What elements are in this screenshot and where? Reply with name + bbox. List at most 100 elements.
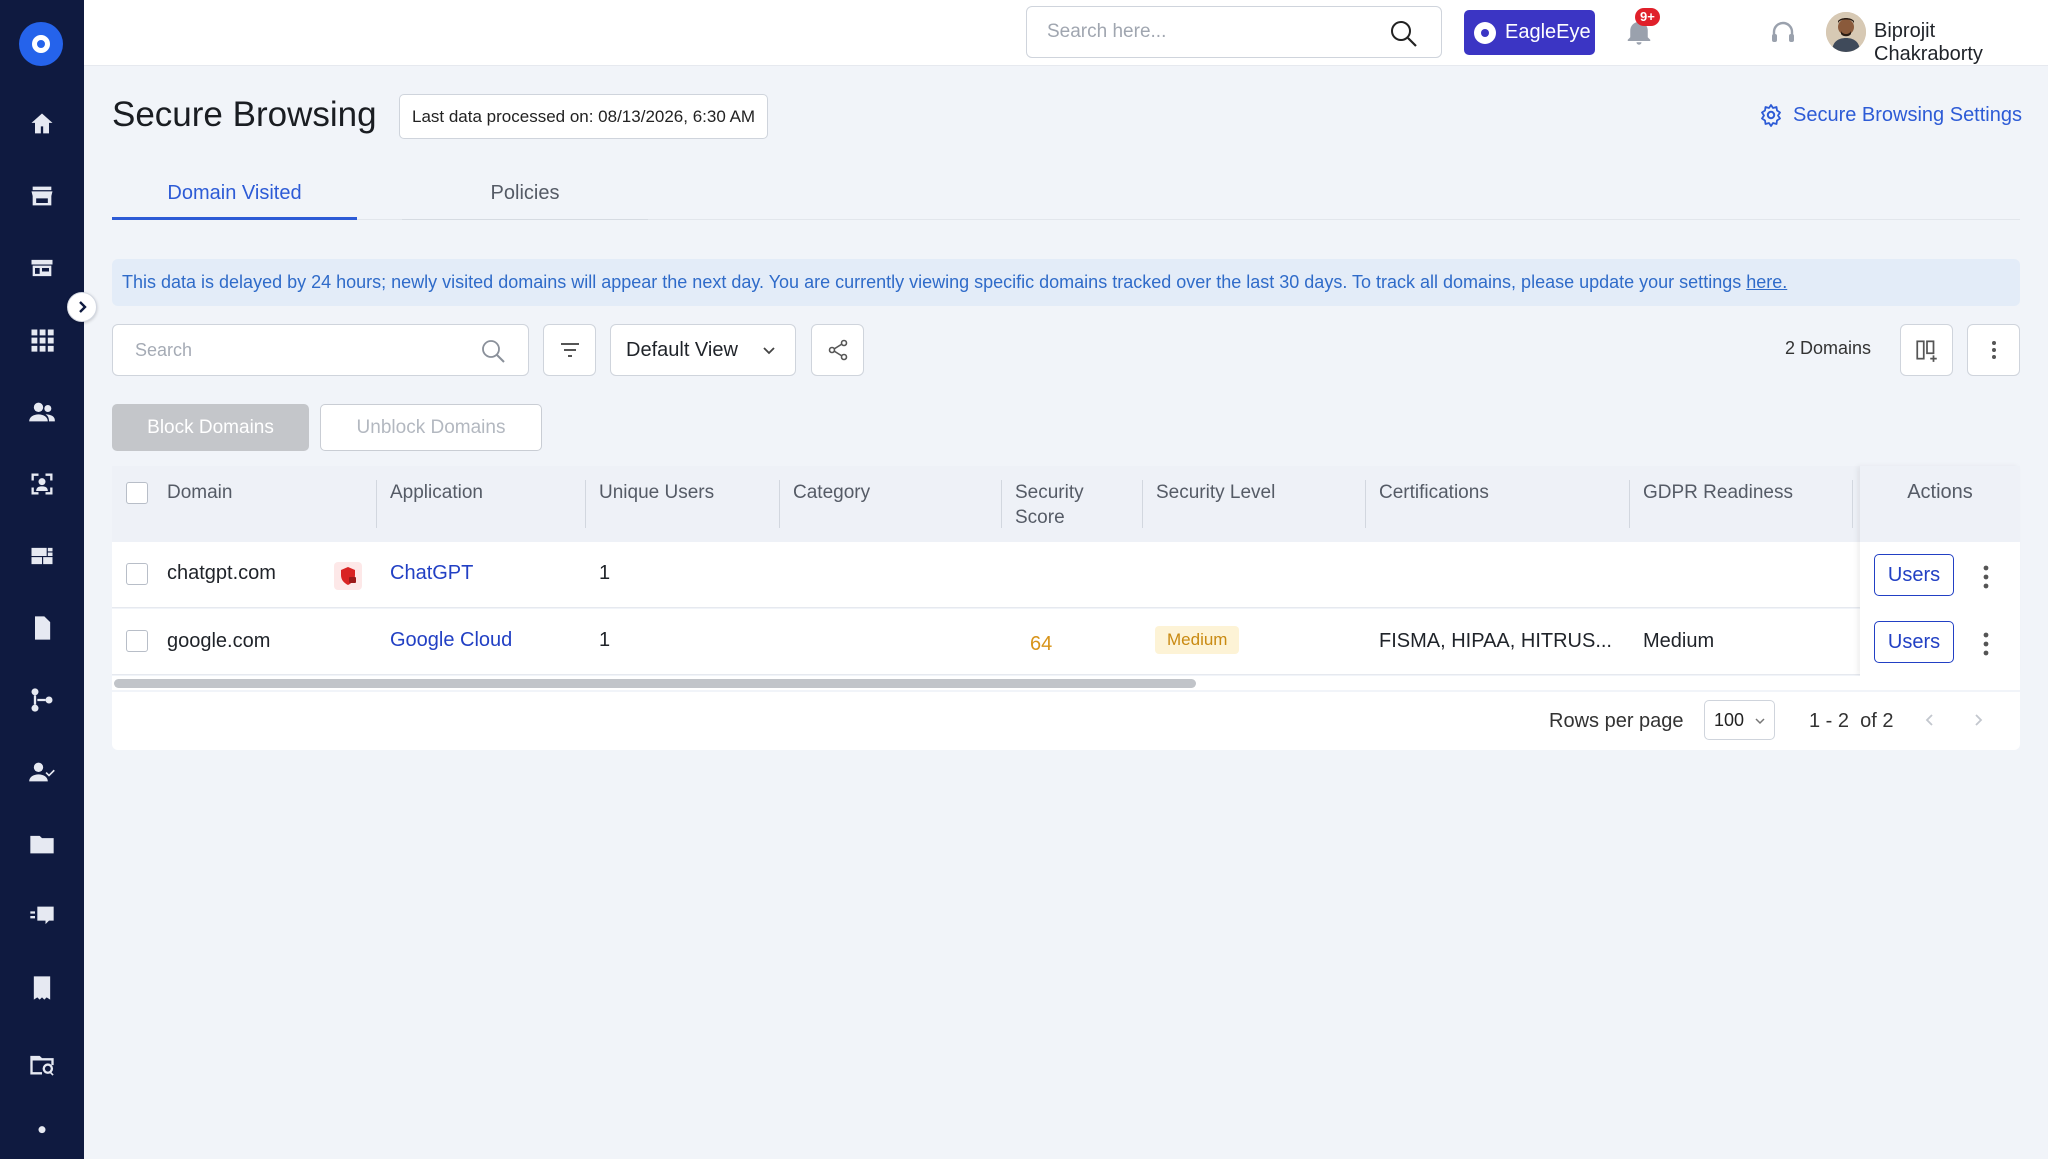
table-row[interactable]: chatgpt.com ChatGPT 1	[112, 542, 2020, 608]
secure-browsing-settings-link[interactable]: Secure Browsing Settings	[1759, 103, 2022, 127]
domain-search-input[interactable]	[135, 340, 455, 361]
info-banner: This data is delayed by 24 hours; newly …	[112, 259, 2020, 306]
folder-search-icon[interactable]	[26, 1048, 58, 1080]
sidebar	[0, 0, 84, 1159]
home-icon[interactable]	[26, 108, 58, 140]
domain-search[interactable]	[112, 324, 529, 376]
column-category[interactable]: Category	[793, 480, 870, 505]
page-range: 1 - 2 of 2	[1809, 710, 1894, 732]
view-select-value: Default View	[626, 339, 738, 361]
chevron-down-icon	[1755, 718, 1765, 725]
users-button[interactable]: Users	[1874, 554, 1954, 596]
column-divider	[779, 480, 780, 528]
dashboard-icon[interactable]	[26, 540, 58, 572]
row-more-icon[interactable]	[1978, 630, 1994, 658]
column-divider	[376, 480, 377, 528]
store-icon[interactable]	[26, 180, 58, 212]
pagination: Rows per page 100 1 - 2 of 2	[112, 692, 2020, 750]
table-row[interactable]: google.com Google Cloud 1 64 Medium FISM…	[112, 609, 2020, 675]
columns-icon	[1915, 340, 1937, 362]
notification-badge: 9+	[1635, 8, 1660, 26]
user-avatar[interactable]	[1826, 12, 1866, 52]
eagleeye-label: EagleEye	[1505, 21, 1591, 43]
select-all-checkbox[interactable]	[126, 482, 148, 504]
last-processed-badge: Last data processed on: 08/13/2026, 6:30…	[399, 94, 769, 139]
column-application[interactable]: Application	[390, 480, 483, 505]
row-more-icon[interactable]	[1978, 563, 1994, 591]
banner-settings-link[interactable]: here.	[1746, 272, 1787, 292]
rows-per-page-select[interactable]: 100	[1704, 700, 1775, 740]
share-button[interactable]	[811, 324, 864, 376]
marketplace-icon[interactable]	[26, 252, 58, 284]
global-search-input[interactable]	[1047, 21, 1367, 43]
app-logo[interactable]	[19, 22, 63, 66]
more-vertical-icon	[1991, 341, 1996, 359]
users-button[interactable]: Users	[1874, 621, 1954, 663]
workflow-icon[interactable]	[26, 684, 58, 716]
rows-per-page-value: 100	[1714, 710, 1745, 730]
tabs: Domain Visited Policies	[112, 170, 2020, 220]
block-domains-button[interactable]: Block Domains	[112, 404, 309, 451]
gear-icon	[1761, 104, 1781, 127]
tab-domain-visited[interactable]: Domain Visited	[112, 182, 357, 220]
users-icon[interactable]	[26, 396, 58, 428]
gdpr-readiness-cell: Medium	[1643, 630, 1715, 652]
domain-cell: chatgpt.com	[167, 562, 276, 584]
table-header: Domain Application Unique Users Category…	[112, 466, 2020, 542]
support-headset-icon[interactable]	[1768, 18, 1800, 50]
application-link[interactable]: ChatGPT	[390, 562, 473, 585]
user-name[interactable]: Biprojit Chakraborty	[1874, 20, 2048, 66]
column-unique-users[interactable]: Unique Users	[599, 480, 714, 505]
search-icon[interactable]	[1389, 19, 1419, 49]
row-checkbox[interactable]	[126, 630, 148, 652]
search-icon[interactable]	[480, 338, 506, 364]
columns-button[interactable]	[1900, 324, 1953, 376]
certifications-cell: FISMA, HIPAA, HITRUS...	[1379, 630, 1612, 652]
blocked-shield-icon	[334, 562, 362, 590]
next-page-icon[interactable]	[1970, 712, 1986, 728]
unblock-domains-button[interactable]: Unblock Domains	[320, 404, 542, 451]
column-divider	[1852, 480, 1853, 528]
column-gdpr-readiness[interactable]: GDPR Readiness	[1643, 480, 1793, 505]
column-divider	[1365, 480, 1366, 528]
unique-users-cell: 1	[599, 629, 611, 651]
user-check-icon[interactable]	[26, 756, 58, 788]
horizontal-scrollbar[interactable]	[112, 676, 2020, 690]
chevron-down-icon	[763, 347, 775, 355]
security-level-badge: Medium	[1155, 626, 1240, 654]
application-link[interactable]: Google Cloud	[390, 629, 512, 652]
column-divider	[1001, 480, 1002, 528]
filter-icon	[560, 343, 579, 357]
scrollbar-thumb[interactable]	[114, 679, 1196, 688]
banner-text: This data is delayed by 24 hours; newly …	[122, 272, 1747, 292]
chevron-right-icon	[79, 301, 87, 313]
apps-grid-icon[interactable]	[26, 324, 58, 356]
folder-icon[interactable]	[26, 828, 58, 860]
topbar: EagleEye 9+ Biprojit Chakraborty	[84, 0, 2048, 66]
column-divider	[1629, 480, 1630, 528]
previous-page-icon[interactable]	[1922, 712, 1938, 728]
eagleeye-button[interactable]: EagleEye	[1464, 10, 1595, 55]
filter-button[interactable]	[543, 324, 596, 376]
more-nav-icon[interactable]	[26, 1116, 58, 1148]
expand-sidebar-button[interactable]	[67, 292, 97, 322]
tab-policies[interactable]: Policies	[402, 182, 648, 220]
row-checkbox[interactable]	[126, 563, 148, 585]
user-scan-icon[interactable]	[26, 468, 58, 500]
actions-column: Actions Users Users	[1860, 466, 2020, 676]
column-security-score[interactable]: Security Score	[1015, 480, 1105, 530]
domain-cell: google.com	[167, 630, 271, 652]
reports-icon[interactable]	[26, 972, 58, 1004]
more-options-button[interactable]	[1967, 324, 2020, 376]
column-divider	[1142, 480, 1143, 528]
domains-count: 2 Domains	[1785, 338, 1872, 358]
global-search[interactable]	[1026, 6, 1442, 58]
document-icon[interactable]	[26, 612, 58, 644]
feedback-icon[interactable]	[26, 900, 58, 932]
column-certifications[interactable]: Certifications	[1379, 480, 1489, 505]
column-security-level[interactable]: Security Level	[1156, 480, 1275, 505]
eagleeye-icon	[1474, 21, 1496, 44]
column-domain[interactable]: Domain	[167, 480, 232, 505]
view-select[interactable]: Default View	[610, 324, 796, 376]
settings-link-label: Secure Browsing Settings	[1792, 103, 2022, 126]
